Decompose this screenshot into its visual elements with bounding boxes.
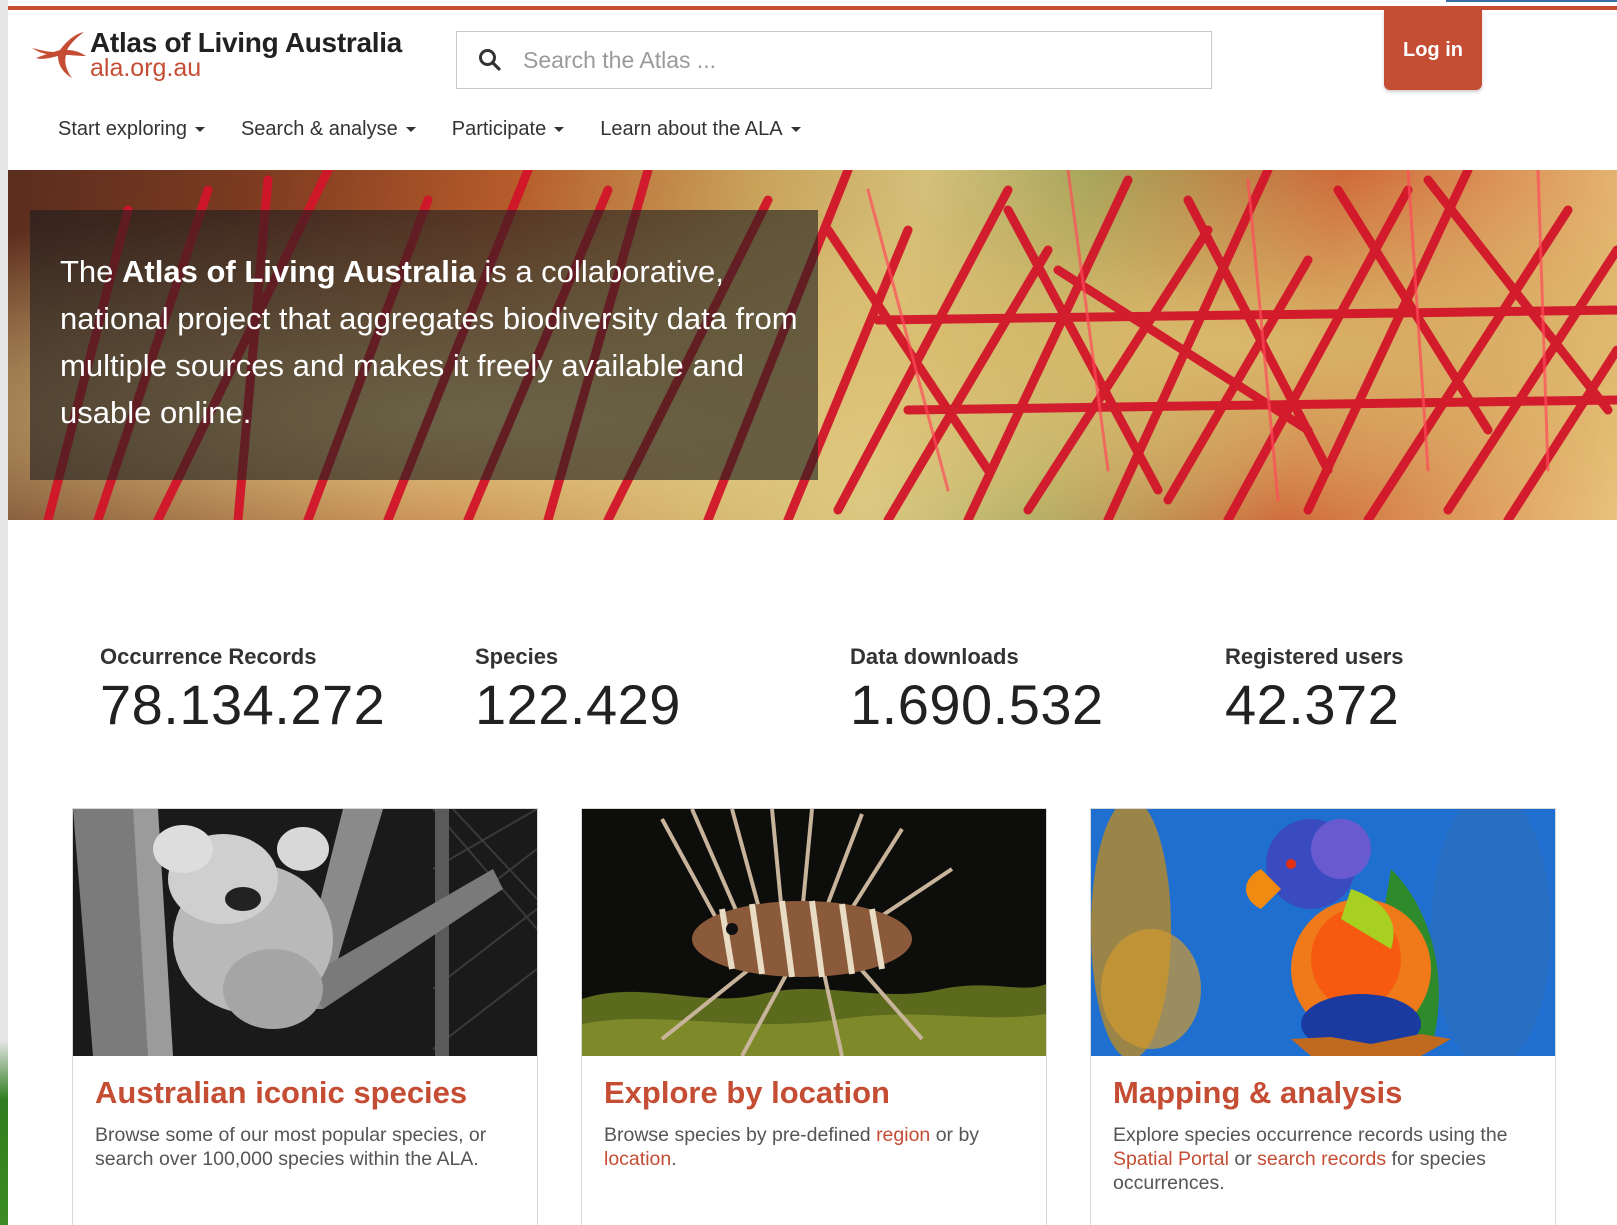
nav-start-exploring[interactable]: Start exploring (58, 118, 205, 141)
main-nav: Start exploring Search & analyse Partici… (58, 118, 837, 141)
logo-subtitle: ala.org.au (90, 54, 202, 82)
card-mapping-analysis[interactable]: Mapping & analysis Explore species occur… (1090, 808, 1556, 1225)
card-description: Explore species occurrence records using… (1113, 1123, 1533, 1195)
card-description: Browse species by pre-defined region or … (604, 1123, 1024, 1171)
stat-label: Data downloads (850, 644, 1019, 669)
stat-label: Registered users (1225, 644, 1404, 669)
stat-registered-users[interactable]: Registered users 42.372 (1225, 644, 1404, 737)
nav-label: Start exploring (58, 118, 187, 140)
desc-text: . (671, 1148, 677, 1170)
nav-search-analyse[interactable]: Search & analyse (241, 118, 416, 141)
lionfish-image (582, 809, 1046, 1056)
lionfish-photo (582, 809, 1046, 1056)
lorikeet-image (1091, 809, 1555, 1056)
site-logo[interactable]: Atlas of Living Australia ala.org.au (30, 28, 420, 88)
nav-learn-about[interactable]: Learn about the ALA (600, 118, 801, 141)
top-right-border (1446, 0, 1617, 2)
stat-value: 122.429 (475, 673, 681, 736)
desc-text: Explore species occurrence records using… (1113, 1124, 1508, 1146)
hero-text-emphasis: Atlas of Living Australia (122, 254, 476, 289)
page: Atlas of Living Australia ala.org.au Log… (8, 0, 1617, 1225)
stat-value: 78.134.272 (100, 673, 386, 736)
location-link[interactable]: location (604, 1148, 671, 1170)
desc-text: or by (930, 1124, 980, 1146)
hero-banner: The Atlas of Living Australia is a colla… (8, 170, 1617, 520)
login-button[interactable]: Log in (1384, 10, 1482, 90)
card-title[interactable]: Australian iconic species (95, 1075, 467, 1111)
nav-label: Learn about the ALA (600, 118, 783, 140)
nav-label: Search & analyse (240, 118, 398, 140)
stat-occurrence-records[interactable]: Occurrence Records 78.134.272 (100, 644, 385, 737)
caret-down-icon (405, 127, 416, 132)
search-icon (479, 49, 501, 71)
koala-photo (73, 809, 537, 1056)
desc-text: or (1228, 1148, 1258, 1170)
card-explore-location[interactable]: Explore by location Browse species by pr… (581, 808, 1047, 1225)
region-link[interactable]: region (876, 1124, 930, 1146)
hero-overlay: The Atlas of Living Australia is a colla… (30, 210, 818, 480)
card-title[interactable]: Explore by location (604, 1075, 890, 1111)
stat-data-downloads[interactable]: Data downloads 1.690.532 (850, 644, 1104, 737)
nav-label: Participate (451, 118, 547, 140)
stat-value: 1.690.532 (850, 673, 1104, 736)
spatial-portal-link[interactable]: Spatial Portal (1113, 1148, 1229, 1170)
stat-label: Occurrence Records (100, 644, 317, 669)
lorikeet-photo (1091, 809, 1555, 1056)
caret-down-icon (790, 127, 801, 132)
caret-down-icon (194, 127, 205, 132)
stat-value: 42.372 (1225, 673, 1400, 736)
hero-text-intro: The (60, 254, 123, 289)
card-title[interactable]: Mapping & analysis (1113, 1075, 1402, 1111)
koala-image (73, 809, 537, 1056)
ala-logo-icon (32, 32, 86, 78)
nav-participate[interactable]: Participate (452, 118, 565, 141)
desc-text: Browse species by pre-defined (604, 1124, 877, 1146)
search-records-link[interactable]: search records (1257, 1148, 1386, 1170)
top-accent-stripe (8, 6, 1617, 10)
card-iconic-species[interactable]: Australian iconic species Browse some of… (72, 808, 538, 1225)
card-description: Browse some of our most popular species,… (95, 1124, 487, 1170)
hero-description: The Atlas of Living Australia is a colla… (60, 248, 800, 436)
search-box[interactable] (456, 31, 1212, 89)
stats-row: Occurrence Records 78.134.272 Species 12… (100, 644, 1550, 744)
search-input[interactable] (521, 45, 1205, 75)
caret-down-icon (554, 127, 565, 132)
stat-label: Species (475, 644, 559, 669)
stat-species[interactable]: Species 122.429 (475, 644, 681, 737)
window-left-edge (0, 0, 8, 1225)
